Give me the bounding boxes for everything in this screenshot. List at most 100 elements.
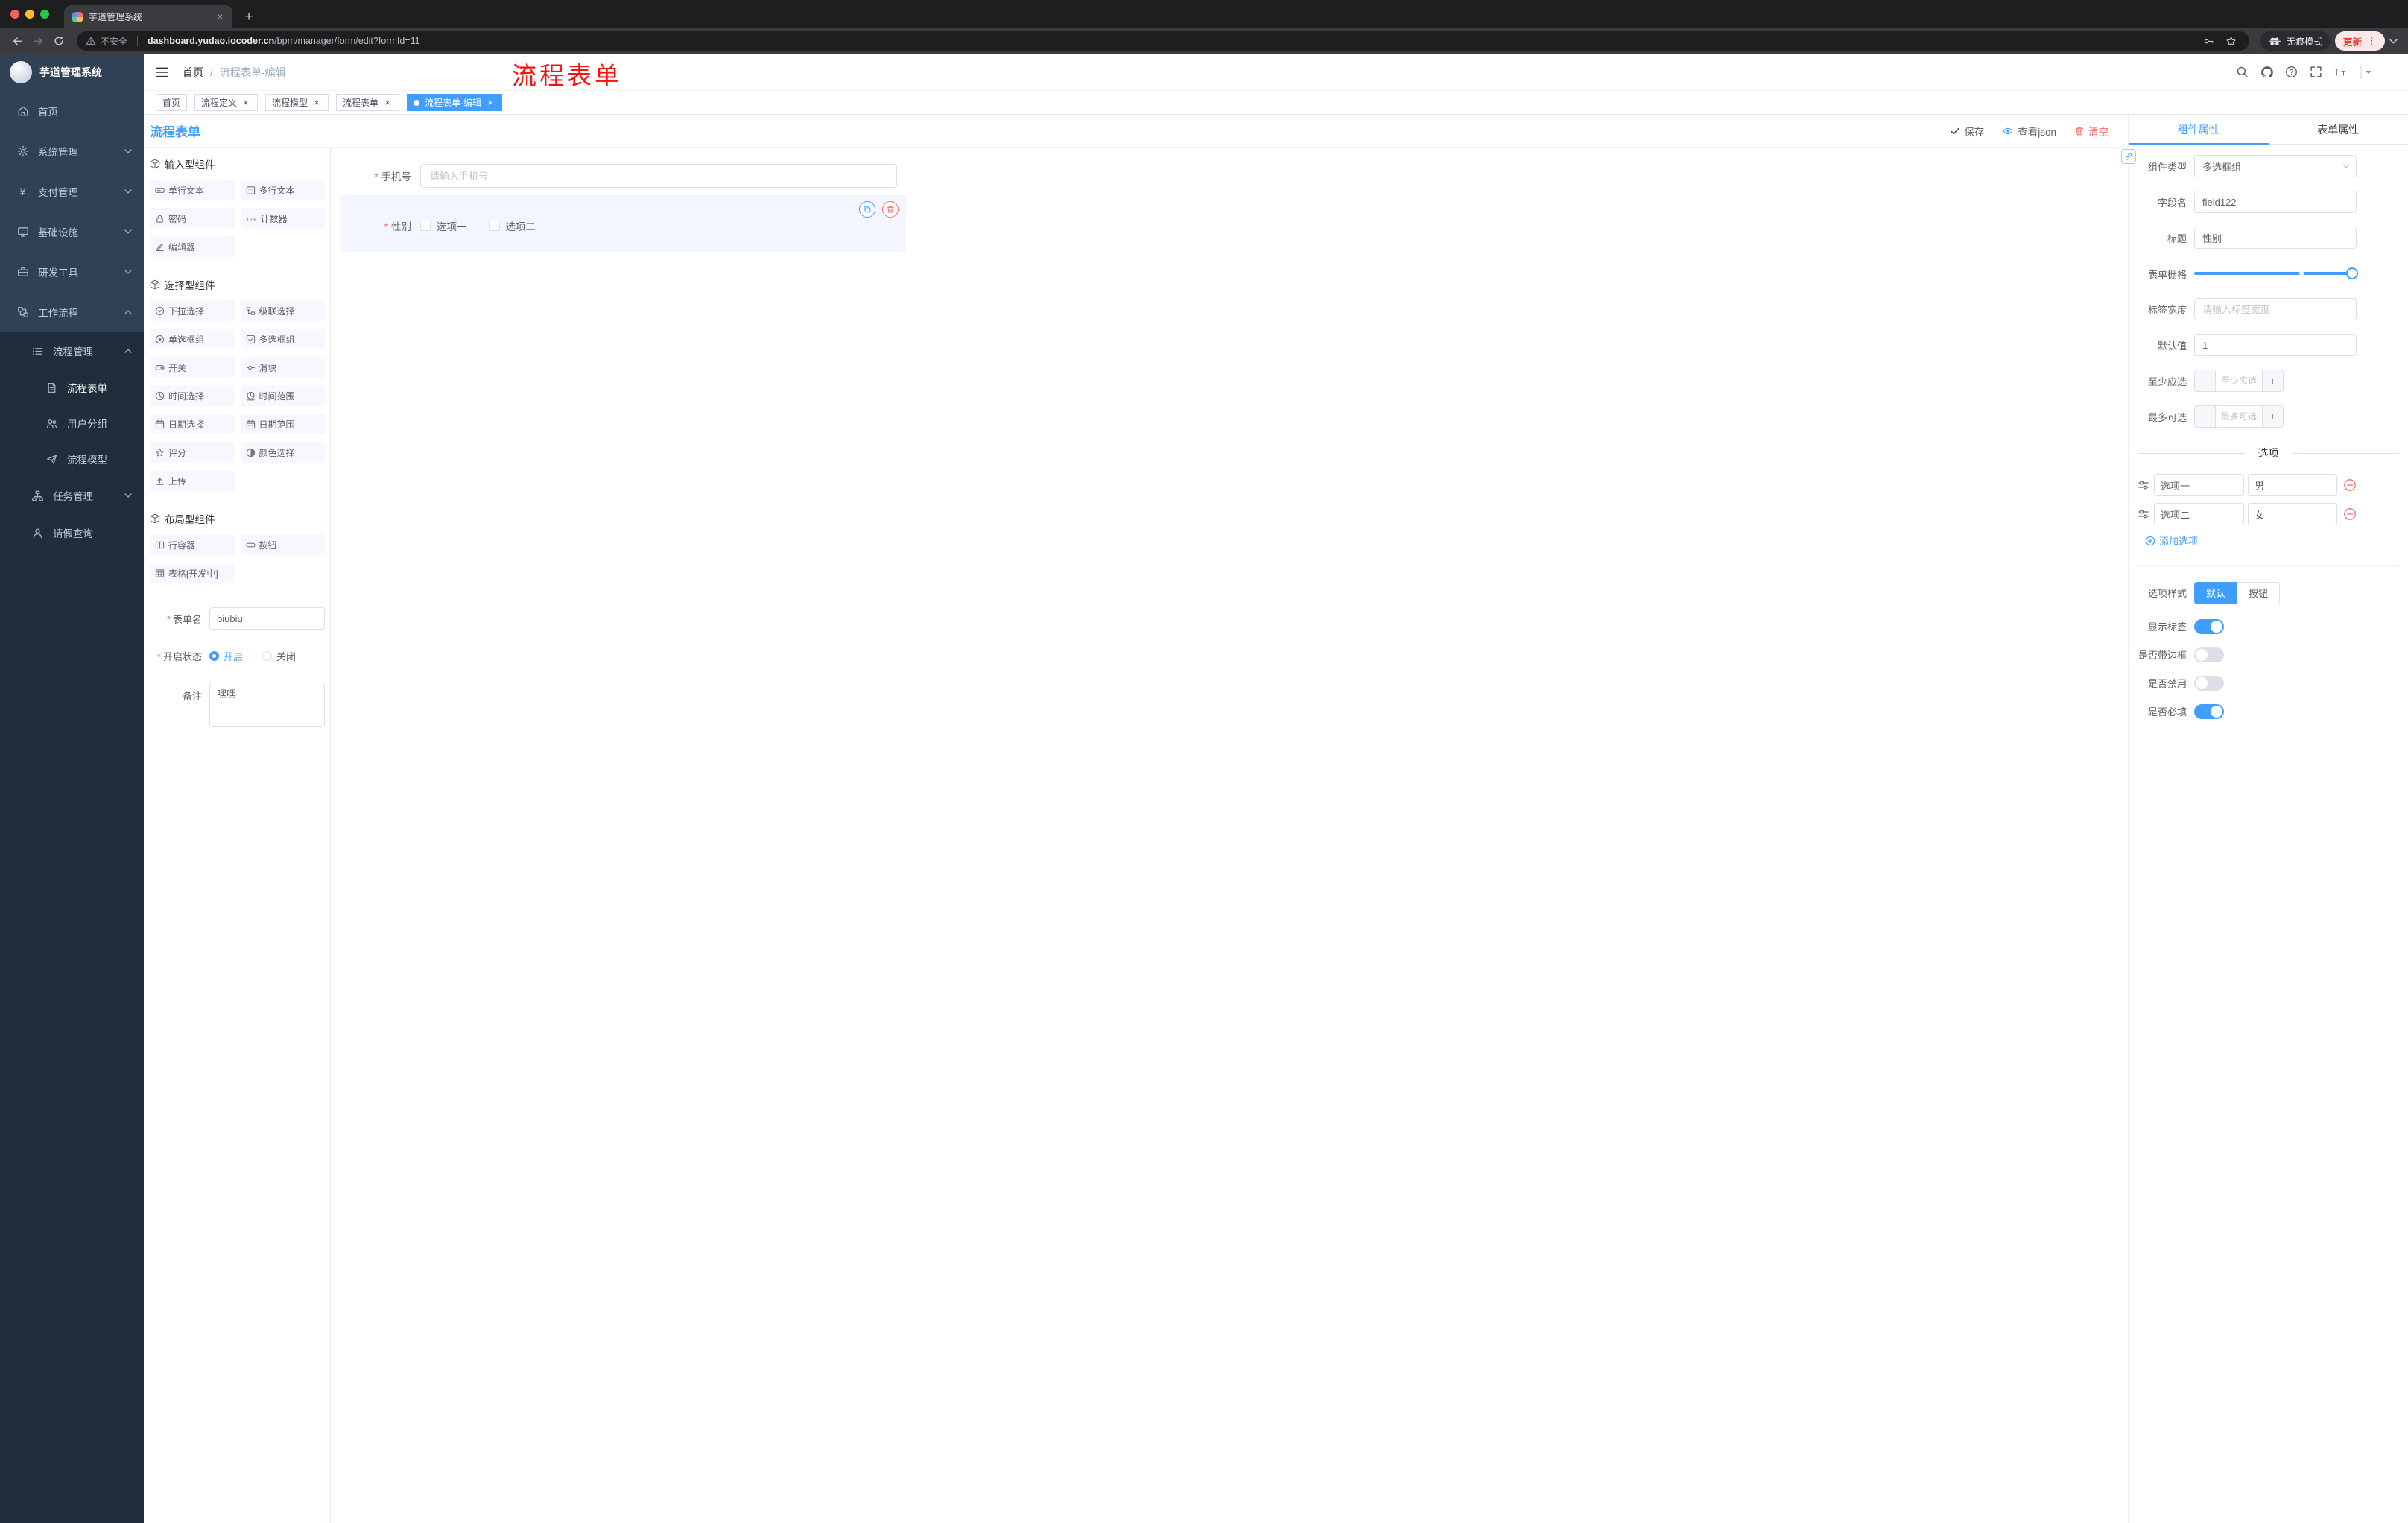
- tag-process-form[interactable]: 流程表单 ×: [336, 94, 400, 111]
- sidebar-item-user-groups[interactable]: 用户分组: [0, 405, 144, 441]
- window-minimize-button[interactable]: [25, 10, 34, 19]
- sidebar-item-infrastructure[interactable]: 基础设施: [0, 212, 144, 252]
- required-toggle[interactable]: [2194, 703, 2224, 719]
- new-tab-button[interactable]: +: [238, 6, 259, 28]
- sidebar-item-payment[interactable]: ¥ 支付管理: [0, 171, 144, 212]
- palette-item-row-container[interactable]: 行容器: [150, 534, 235, 555]
- slider-track[interactable]: [2194, 272, 2352, 275]
- gender-checkbox-option1[interactable]: 选项一: [420, 218, 467, 233]
- stepper-plus-button[interactable]: +: [2262, 406, 2283, 427]
- style-default-button[interactable]: 默认: [2194, 581, 2238, 604]
- canvas-field-gender-selected[interactable]: * 性别 选项一 选项二: [340, 195, 906, 252]
- min-select-input[interactable]: [2216, 370, 2262, 391]
- reload-button[interactable]: [48, 31, 69, 51]
- palette-item-select[interactable]: 下拉选择: [150, 300, 235, 321]
- checkbox-box[interactable]: [420, 221, 431, 231]
- show-label-toggle[interactable]: [2194, 618, 2224, 634]
- tab-close-icon[interactable]: ×: [214, 10, 226, 23]
- toolbar-chevron-icon[interactable]: [2385, 31, 2401, 51]
- bookmark-star-icon[interactable]: [2222, 32, 2240, 50]
- form-name-input[interactable]: [209, 607, 325, 630]
- drag-handle-icon[interactable]: [2138, 479, 2149, 491]
- link-icon[interactable]: [2121, 149, 2136, 164]
- sidebar-item-system[interactable]: 系统管理: [0, 131, 144, 171]
- sidebar-item-process-management[interactable]: 流程管理: [0, 332, 144, 370]
- add-option-button[interactable]: 添加选项: [2145, 533, 2198, 548]
- phone-input[interactable]: [420, 164, 897, 188]
- palette-item-date-picker[interactable]: 日期选择: [150, 414, 235, 434]
- option-label-input[interactable]: [2154, 503, 2244, 525]
- tag-close-icon[interactable]: ×: [382, 97, 393, 108]
- sidebar-item-leave-query[interactable]: 请假查询: [0, 514, 144, 551]
- gender-checkbox-option2[interactable]: 选项二: [489, 218, 536, 233]
- palette-item-time-range[interactable]: 时间范围: [240, 385, 325, 406]
- style-button-button[interactable]: 按钮: [2237, 581, 2281, 604]
- view-json-button[interactable]: 查看json: [2002, 124, 2056, 139]
- label-width-input[interactable]: [2194, 298, 2357, 320]
- form-remark-textarea[interactable]: 嘿嘿: [209, 683, 325, 727]
- canvas-field-phone[interactable]: * 手机号: [340, 164, 2119, 188]
- stepper-minus-button[interactable]: −: [2195, 370, 2216, 391]
- default-value-input[interactable]: [2194, 334, 2357, 356]
- sidebar-collapse-icon[interactable]: [144, 66, 174, 78]
- address-bar[interactable]: 不安全 dashboard.yudao.iocoder.cn/bpm/manag…: [77, 31, 2249, 51]
- browser-update-button[interactable]: 更新 ⋮: [2334, 31, 2385, 51]
- stepper-minus-button[interactable]: −: [2195, 406, 2216, 427]
- palette-item-time-picker[interactable]: 时间选择: [150, 385, 235, 406]
- palette-item-checkbox-group[interactable]: 多选框组: [240, 329, 325, 349]
- palette-item-color-picker[interactable]: 颜色选择: [240, 442, 325, 463]
- window-zoom-button[interactable]: [40, 10, 49, 19]
- search-icon[interactable]: [2230, 60, 2255, 85]
- palette-item-counter[interactable]: 123 计数器: [240, 208, 325, 229]
- title-input[interactable]: [2194, 227, 2357, 249]
- remove-option-button[interactable]: [2343, 478, 2357, 492]
- forward-button[interactable]: [28, 31, 48, 51]
- remove-option-button[interactable]: [2343, 507, 2357, 521]
- grid-slider[interactable]: [2194, 262, 2358, 285]
- tab-form-props[interactable]: 表单属性: [2269, 115, 2408, 144]
- sidebar-item-task-management[interactable]: 任务管理: [0, 477, 144, 514]
- drag-handle-icon[interactable]: [2138, 508, 2149, 520]
- palette-item-button[interactable]: 按钮: [240, 534, 325, 555]
- sidebar-item-devtools[interactable]: 研发工具: [0, 252, 144, 292]
- tag-process-model[interactable]: 流程模型 ×: [265, 94, 329, 111]
- stepper-plus-button[interactable]: +: [2262, 370, 2283, 391]
- palette-item-editor[interactable]: 编辑器: [150, 236, 235, 257]
- palette-item-radio-group[interactable]: 单选框组: [150, 329, 235, 349]
- password-key-icon[interactable]: [2200, 32, 2218, 50]
- option-value-input[interactable]: [2248, 474, 2337, 496]
- palette-item-date-range[interactable]: 日期范围: [240, 414, 325, 434]
- component-type-select[interactable]: [2194, 155, 2357, 177]
- tag-close-icon[interactable]: ×: [311, 97, 322, 108]
- sidebar-item-home[interactable]: 首页: [0, 91, 144, 131]
- tag-process-definition[interactable]: 流程定义 ×: [194, 94, 259, 111]
- delete-component-button[interactable]: [882, 201, 899, 218]
- browser-menu-icon[interactable]: ⋮: [2367, 35, 2377, 47]
- tag-close-icon[interactable]: ×: [241, 97, 251, 108]
- border-toggle[interactable]: [2194, 647, 2224, 662]
- tag-close-icon[interactable]: ×: [485, 97, 495, 108]
- max-select-input[interactable]: [2216, 406, 2262, 427]
- palette-item-upload[interactable]: 上传: [150, 470, 235, 491]
- save-button[interactable]: 保存: [1950, 124, 1984, 139]
- disabled-toggle[interactable]: [2194, 675, 2224, 691]
- app-logo[interactable]: 芋道管理系统: [0, 54, 144, 91]
- palette-item-table[interactable]: 表格[开发中]: [150, 563, 235, 583]
- status-radio-on[interactable]: 开启: [209, 649, 243, 663]
- github-icon[interactable]: [2255, 60, 2279, 85]
- browser-tab[interactable]: 芋道管理系统 ×: [64, 5, 232, 28]
- option-value-input[interactable]: [2248, 503, 2337, 525]
- palette-item-password[interactable]: 密码: [150, 208, 235, 229]
- checkbox-box[interactable]: [489, 221, 500, 231]
- fullscreen-icon[interactable]: [2304, 60, 2328, 85]
- sidebar-item-workflow[interactable]: 工作流程: [0, 292, 144, 332]
- palette-item-cascader[interactable]: 级联选择: [240, 300, 325, 321]
- palette-item-single-text[interactable]: 单行文本: [150, 180, 235, 200]
- palette-item-textarea[interactable]: 多行文本: [240, 180, 325, 200]
- palette-item-switch[interactable]: 开关: [150, 357, 235, 378]
- field-name-input[interactable]: [2194, 191, 2357, 213]
- clear-button[interactable]: 清空: [2074, 124, 2108, 139]
- status-radio-off[interactable]: 关闭: [262, 649, 296, 663]
- option-label-input[interactable]: [2154, 474, 2244, 496]
- palette-item-slider[interactable]: 滑块: [240, 357, 325, 378]
